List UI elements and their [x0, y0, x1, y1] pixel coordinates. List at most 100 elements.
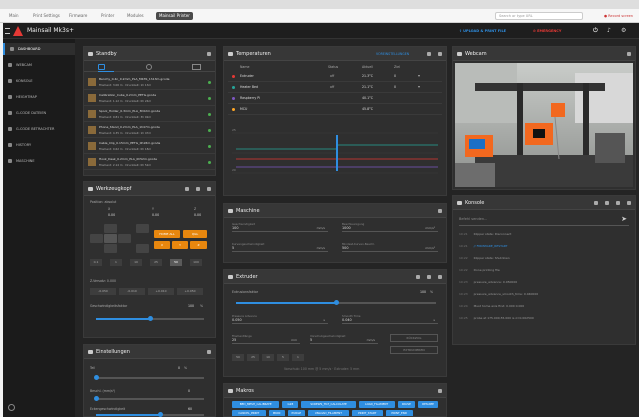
home-z-button[interactable]: Z [190, 241, 207, 249]
temperature-row[interactable]: Extruder off 21.3°C 0 ▾ [228, 71, 442, 82]
macro-button[interactable]: PRINT_END [385, 410, 413, 416]
jog-x-plus-button[interactable] [118, 234, 131, 243]
collapse-icon[interactable] [438, 209, 442, 213]
chevron-down-icon[interactable]: ▾ [418, 73, 420, 78]
step-option[interactable]: 1 [110, 259, 122, 266]
flow-slider[interactable] [236, 300, 436, 305]
file-list-item[interactable]: Spool_Holder_0.3mm_PLA_3h02m.gcode Filame… [84, 107, 215, 122]
fan-slider[interactable] [93, 375, 204, 380]
sidebar-item-dashboard[interactable]: DASHBOARD [3, 43, 75, 55]
step-option[interactable]: 25 [150, 259, 162, 266]
acceleration-field[interactable]: Beschleunigung 1000 mm/s² [342, 222, 438, 232]
home-all-button[interactable]: HOME ALL [154, 230, 180, 238]
home-y-button[interactable]: Y [172, 241, 188, 249]
collapse-icon[interactable] [207, 350, 211, 354]
send-icon[interactable]: ➤ [621, 215, 627, 223]
z-offset-button[interactable]: -0.050 [90, 288, 116, 295]
settings-gear-icon[interactable]: ⚙ [621, 27, 626, 35]
notification-icon[interactable]: ♪ [607, 27, 611, 35]
step-option[interactable]: 10 [130, 259, 142, 266]
sidebar-item-webcam[interactable]: WEBCAM [3, 59, 75, 71]
acceleration-slider[interactable] [93, 396, 204, 401]
macro-button[interactable]: UNLOAD_FILAMENT [308, 410, 349, 416]
temperature-row[interactable]: Heater Bed off 21.1°C 0 ▾ [228, 82, 442, 93]
chevron-down-icon[interactable]: ▾ [418, 84, 420, 89]
collapse-icon[interactable] [438, 275, 442, 279]
sensor-target-input[interactable]: 0 [394, 85, 396, 89]
extrude-amount-option[interactable]: 5 [277, 354, 289, 361]
browser-tab[interactable]: Firmware [66, 12, 90, 20]
settings-icon[interactable] [196, 187, 200, 191]
slider-handle[interactable] [333, 300, 339, 305]
slider-handle[interactable] [93, 375, 99, 380]
speed-factor-slider[interactable] [96, 316, 204, 321]
trash-icon[interactable] [594, 201, 598, 205]
record-button[interactable]: ● Record screen [604, 12, 633, 20]
sidebar-item-machine[interactable]: MASCHINE [3, 155, 75, 167]
history-tab-icon[interactable] [146, 64, 152, 70]
smooth-time-field[interactable]: Smooth Time 0.040 s [342, 314, 438, 324]
settings-icon[interactable] [427, 275, 431, 279]
browser-tab[interactable]: Modules [124, 12, 147, 20]
menu-icon[interactable] [5, 28, 10, 34]
collapse-icon[interactable] [438, 389, 442, 393]
macro-button[interactable]: G28 [282, 401, 299, 408]
filament-length-field[interactable]: Filamentlänge 25 mm [232, 334, 300, 344]
extrude-amount-option[interactable]: 25 [247, 354, 259, 361]
file-list-item[interactable]: Cable_Clip_0.15mm_PETG_0h18m.gcode Filame… [84, 139, 215, 154]
step-option[interactable]: 50 [170, 259, 182, 266]
more-icon[interactable] [416, 275, 420, 279]
collapse-icon[interactable] [627, 52, 631, 56]
macro-button[interactable]: RESUME [418, 401, 438, 408]
extrude-amount-option[interactable]: 10 [262, 354, 274, 361]
file-list-item[interactable]: Phone_Stand_0.2mm_PLA_1h47m.gcode Filamen… [84, 123, 215, 138]
temperature-row[interactable]: Raspberry Pi 40.1°C [228, 93, 442, 104]
home-x-button[interactable]: X [154, 241, 170, 249]
retract-button[interactable]: RÜCKZUG [390, 334, 438, 342]
velocity-field[interactable]: Geschwindigkeit 100 mm/s [232, 222, 328, 232]
file-list-item[interactable]: Hook_Desk_0.2mm_PLA_0h52m.gcode Filament:… [84, 155, 215, 170]
jog-x-minus-button[interactable] [90, 234, 103, 243]
step-option[interactable]: 0.1 [90, 259, 102, 266]
presets-button[interactable]: VOREINSTELLUNGEN [376, 52, 409, 56]
extrude-amount-option[interactable]: 50 [232, 354, 244, 361]
console-input[interactable]: Befehl senden... ➤ [459, 214, 629, 226]
collapse-icon[interactable] [207, 187, 211, 191]
sidebar-item-gcode-viewer[interactable]: G-CODE BETRACHTER [3, 123, 75, 135]
home-xy-button[interactable] [104, 234, 117, 243]
collapse-icon[interactable] [207, 52, 211, 56]
url-bar[interactable]: Search or type URL [495, 12, 583, 20]
qgl-button[interactable]: QGL [183, 230, 207, 238]
jobqueue-tab-icon[interactable] [192, 64, 201, 70]
jog-y-plus-button[interactable] [104, 224, 117, 233]
browser-tab-active[interactable]: Mainsail Printer [156, 12, 193, 20]
pressure-advance-field[interactable]: Pressure Advance 0.050 s [232, 314, 328, 324]
macro-button[interactable]: PAUSE [397, 401, 416, 408]
browser-tab[interactable]: Print Settings [30, 12, 63, 20]
emergency-stop-button[interactable]: ⊘ EMERGENCY [533, 27, 561, 35]
settings-icon[interactable] [8, 404, 15, 411]
slider-handle[interactable] [158, 412, 164, 417]
cornering-slider[interactable] [96, 412, 204, 417]
z-offset-button[interactable]: +0.010 [148, 288, 174, 295]
more-icon[interactable] [185, 187, 189, 191]
browser-tab[interactable]: Main [6, 12, 22, 20]
filter-icon[interactable] [605, 201, 609, 205]
temperature-row[interactable]: MCU 45.8°C [228, 104, 442, 115]
z-offset-button[interactable]: +0.050 [177, 288, 203, 295]
min-cruise-ratio-field[interactable]: Mindest-Kurven-Beschl. 500 mm/s² [342, 242, 438, 252]
sidebar-item-history[interactable]: HISTORY [3, 139, 75, 151]
sensor-target-input[interactable]: 0 [394, 74, 396, 78]
slider-handle[interactable] [93, 396, 99, 401]
upload-print-button[interactable]: ⇧ UPLOAD & PRINT FILE [459, 27, 506, 35]
z-offset-button[interactable]: -0.010 [119, 288, 145, 295]
jog-y-minus-button[interactable] [104, 244, 117, 253]
power-icon[interactable]: ⏻ [593, 27, 598, 35]
step-option[interactable]: 100 [190, 259, 202, 266]
jog-z-plus-button[interactable] [136, 224, 149, 233]
macro-button[interactable]: SCREWS_TILT_CALCULATE [301, 401, 356, 408]
square-corner-velocity-field[interactable]: Kurvengeschwindigkeit 5 mm/s [232, 242, 328, 252]
macro-button[interactable]: CANCEL_PRINT [232, 410, 266, 416]
extrude-amount-option[interactable]: 1 [292, 354, 304, 361]
macro-button[interactable]: BED_MESH_CALIBRATE [232, 401, 280, 408]
